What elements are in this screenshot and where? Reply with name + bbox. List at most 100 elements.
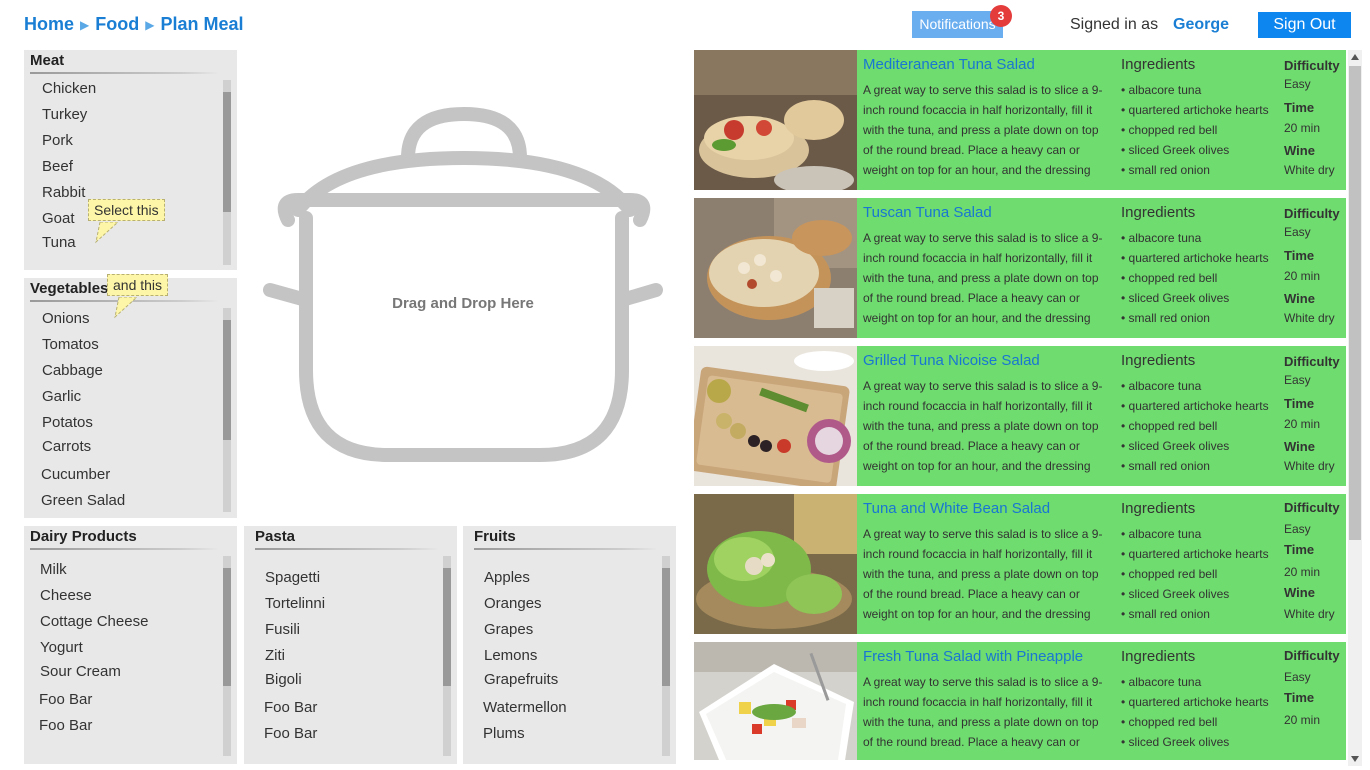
- list-item[interactable]: Cottage Cheese: [40, 613, 148, 630]
- list-item[interactable]: Cucumber: [41, 466, 110, 483]
- breadcrumb-home[interactable]: Home: [24, 14, 74, 35]
- recipe-image[interactable]: [694, 346, 857, 486]
- list-item[interactable]: Cheese: [40, 587, 92, 604]
- list-item[interactable]: Grapes: [484, 621, 533, 638]
- panel-title: Pasta: [255, 528, 296, 545]
- recipe-image[interactable]: [694, 198, 857, 338]
- list-item[interactable]: Foo Bar: [264, 725, 317, 742]
- scrollbar[interactable]: [662, 556, 670, 756]
- recipe-title[interactable]: Grilled Tuna Nicoise Salad: [863, 352, 1040, 369]
- difficulty-heading: Difficulty: [1284, 500, 1340, 515]
- list-item[interactable]: Goat: [42, 210, 75, 227]
- recipe-card[interactable]: Tuna and White Bean Salad A great way to…: [694, 494, 1346, 634]
- list-item[interactable]: Carrots: [42, 438, 91, 455]
- list-item[interactable]: Watermellon: [483, 699, 567, 716]
- scrollbar[interactable]: [443, 556, 451, 756]
- recipe-description: A great way to serve this salad is to sl…: [863, 231, 1103, 325]
- time-value: 20 min: [1284, 417, 1321, 431]
- list-item[interactable]: Fusili: [265, 621, 300, 638]
- list-item[interactable]: Lemons: [484, 647, 537, 664]
- ingredients-list: • albacore tuna • quartered artichoke he…: [1121, 376, 1269, 476]
- scrollbar[interactable]: [223, 308, 231, 512]
- ingredient-item: • chopped red bell: [1121, 567, 1218, 581]
- breadcrumb-food[interactable]: Food: [95, 14, 139, 35]
- list-item[interactable]: Beef: [42, 158, 73, 175]
- scrollbar[interactable]: [223, 80, 231, 265]
- user-name-link[interactable]: George: [1173, 16, 1229, 34]
- scroll-up-arrow-icon[interactable]: [1351, 54, 1359, 60]
- recipe-card[interactable]: Mediteranean Tuna Salad A great way to s…: [694, 50, 1346, 190]
- wine-value: White dry: [1284, 311, 1335, 325]
- recipe-card[interactable]: Tuscan Tuna Salad A great way to serve t…: [694, 198, 1346, 338]
- recipe-title[interactable]: Fresh Tuna Salad with Pineapple: [863, 648, 1083, 665]
- recipe-card[interactable]: Fresh Tuna Salad with Pineapple A great …: [694, 642, 1346, 760]
- list-item[interactable]: Yogurt: [40, 639, 83, 656]
- difficulty-heading: Difficulty: [1284, 354, 1340, 369]
- ingredients-heading: Ingredients: [1121, 500, 1196, 517]
- divider: [30, 548, 219, 550]
- ingredient-item: • sliced Greek olives: [1121, 291, 1230, 305]
- list-item[interactable]: Onions: [42, 310, 90, 327]
- time-heading: Time: [1284, 690, 1315, 705]
- recipe-card[interactable]: Grilled Tuna Nicoise Salad A great way t…: [694, 346, 1346, 486]
- list-item[interactable]: Milk: [40, 561, 67, 578]
- ingredients-list: • albacore tuna • quartered artichoke he…: [1121, 524, 1269, 624]
- list-item[interactable]: Foo Bar: [39, 717, 92, 734]
- ingredient-item: • albacore tuna: [1121, 675, 1202, 689]
- list-item[interactable]: Apples: [484, 569, 530, 586]
- scrollbar-thumb[interactable]: [223, 568, 231, 686]
- ingredient-item: • sliced Greek olives: [1121, 439, 1230, 453]
- list-item[interactable]: Chicken: [42, 80, 96, 97]
- ingredients-heading: Ingredients: [1121, 204, 1196, 221]
- recipe-image[interactable]: [694, 50, 857, 190]
- meat-panel: Meat Chicken Turkey Pork Beef Rabbit Goa…: [24, 50, 237, 270]
- list-item[interactable]: Green Salad: [41, 492, 125, 509]
- list-item[interactable]: Oranges: [484, 595, 542, 612]
- ingredients-heading: Ingredients: [1121, 648, 1196, 665]
- recipe-title[interactable]: Tuna and White Bean Salad: [863, 500, 1050, 517]
- list-item[interactable]: Garlic: [42, 388, 81, 405]
- list-item[interactable]: Turkey: [42, 106, 87, 123]
- list-item[interactable]: Foo Bar: [39, 691, 92, 708]
- recipe-description: A great way to serve this salad is to sl…: [863, 527, 1103, 621]
- list-item[interactable]: Pork: [42, 132, 73, 149]
- list-item[interactable]: Rabbit: [42, 184, 85, 201]
- difficulty-heading: Difficulty: [1284, 58, 1340, 73]
- page-scrollbar[interactable]: [1348, 50, 1362, 766]
- difficulty-heading: Difficulty: [1284, 648, 1340, 663]
- list-item[interactable]: Ziti: [265, 647, 285, 664]
- list-item[interactable]: Tomatos: [42, 336, 99, 353]
- list-item[interactable]: Tuna: [42, 234, 76, 251]
- recipe-description: A great way to serve this salad is to sl…: [863, 675, 1103, 749]
- breadcrumb: Home ▶ Food ▶ Plan Meal: [24, 14, 244, 35]
- list-item[interactable]: Bigoli: [265, 671, 302, 688]
- list-item[interactable]: Potatos: [42, 414, 93, 431]
- cooking-pot-dropzone-icon[interactable]: [258, 100, 670, 470]
- fruits-panel: Fruits Apples Oranges Grapes Lemons Grap…: [463, 526, 676, 764]
- scrollbar-thumb[interactable]: [1349, 66, 1361, 540]
- recipe-title[interactable]: Tuscan Tuna Salad: [863, 204, 992, 221]
- ingredient-item: • quartered artichoke hearts: [1121, 399, 1269, 413]
- recipe-image[interactable]: [694, 494, 857, 634]
- ingredient-item: • albacore tuna: [1121, 83, 1202, 97]
- ingredients-heading: Ingredients: [1121, 352, 1196, 369]
- scrollbar-thumb[interactable]: [223, 320, 231, 440]
- scrollbar-thumb[interactable]: [662, 568, 670, 686]
- breadcrumb-plan-meal[interactable]: Plan Meal: [160, 14, 243, 35]
- recipe-image[interactable]: [694, 642, 857, 760]
- list-item[interactable]: Tortelinni: [265, 595, 325, 612]
- recipe-title[interactable]: Mediteranean Tuna Salad: [863, 56, 1035, 73]
- scrollbar[interactable]: [223, 556, 231, 756]
- list-item[interactable]: Cabbage: [42, 362, 103, 379]
- list-item[interactable]: Grapefruits: [484, 671, 558, 688]
- scrollbar-thumb[interactable]: [443, 568, 451, 686]
- list-item[interactable]: Spagetti: [265, 569, 320, 586]
- list-item[interactable]: Sour Cream: [40, 663, 121, 680]
- breadcrumb-separator-icon: ▶: [80, 17, 90, 32]
- list-item[interactable]: Foo Bar: [264, 699, 317, 716]
- scrollbar-thumb[interactable]: [223, 92, 231, 212]
- list-item[interactable]: Plums: [483, 725, 525, 742]
- scroll-down-arrow-icon[interactable]: [1351, 756, 1359, 762]
- sign-out-button[interactable]: Sign Out: [1258, 12, 1351, 38]
- time-heading: Time: [1284, 100, 1315, 115]
